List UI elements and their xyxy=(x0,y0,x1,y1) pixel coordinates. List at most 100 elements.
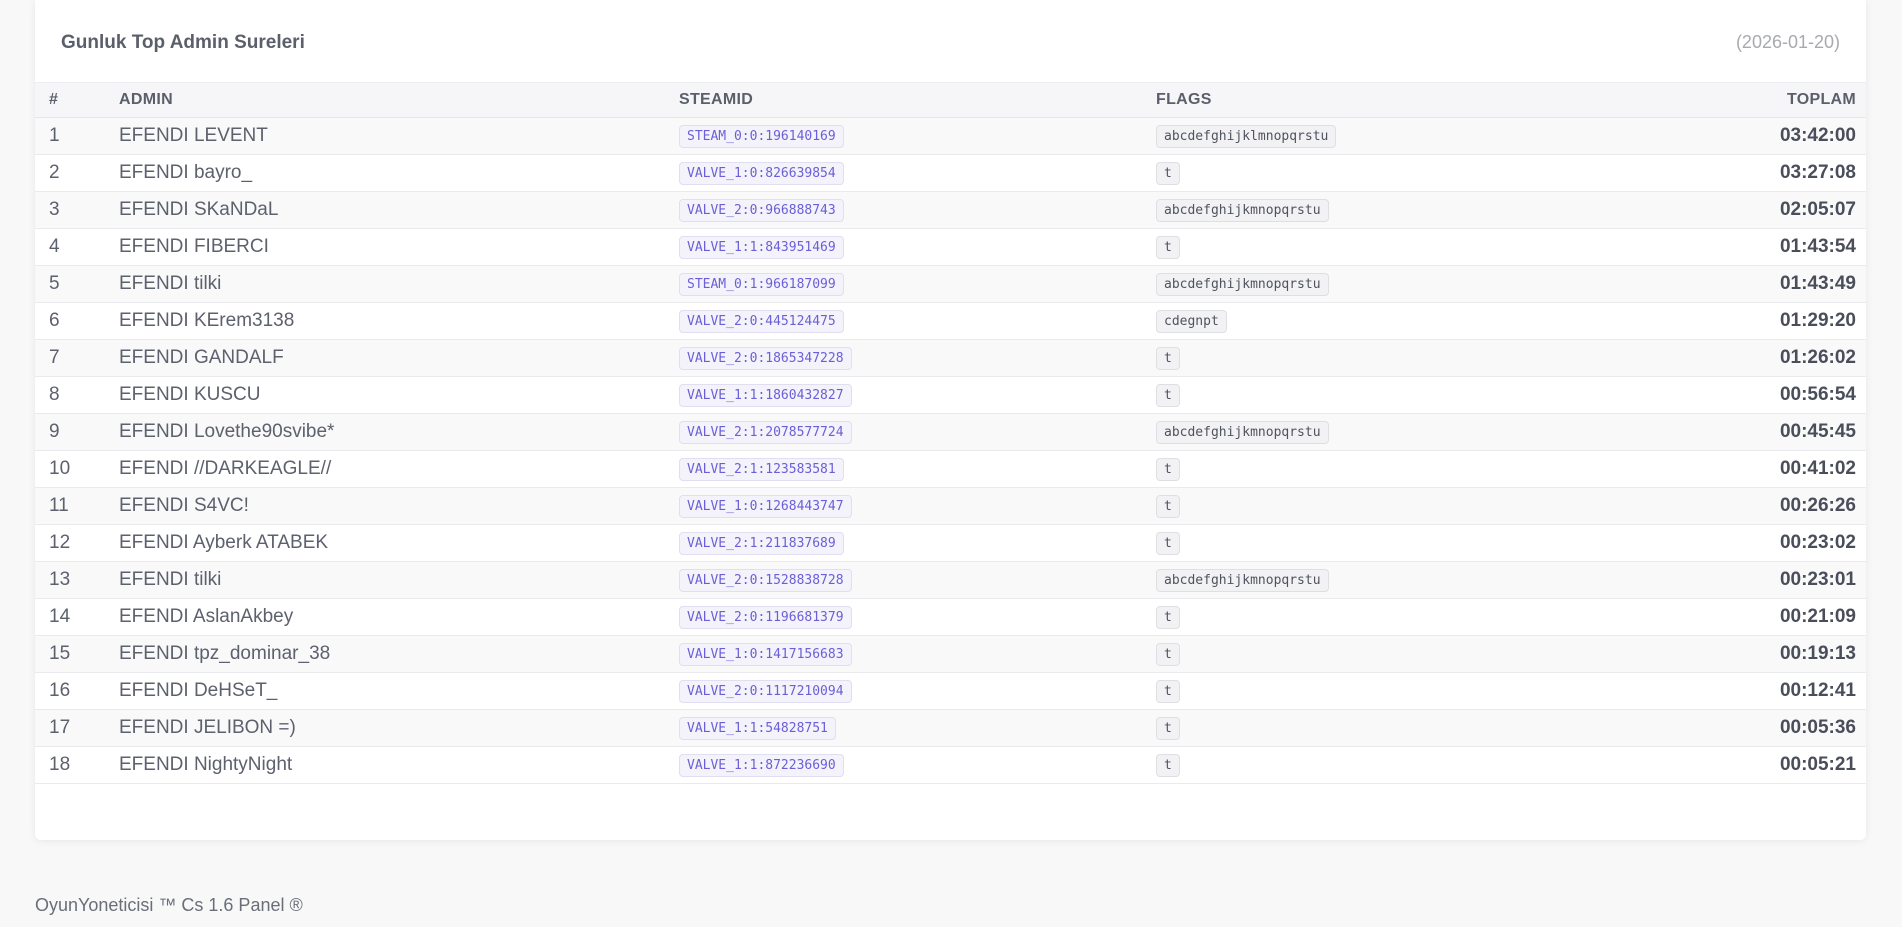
table-row: 9 EFENDI Lovethe90svibe* VALVE_2:1:2078577… xyxy=(35,413,1866,450)
table-row: 10 EFENDI //DARKEAGLE// VALVE_2:1:12358358… xyxy=(35,450,1866,487)
row-total-time: 00:45:45 xyxy=(1779,420,1856,442)
row-rank: 17 xyxy=(49,716,71,738)
row-rank: 18 xyxy=(49,753,71,775)
steamid-badge: VALVE_2:1:123583581 xyxy=(679,457,844,481)
flags-badge: abcdefghijkmnopqrstu xyxy=(1156,272,1329,296)
row-admin-name: EFENDI AslanAkbey xyxy=(119,605,294,627)
row-total-time: 03:42:00 xyxy=(1779,124,1856,146)
row-total-time: 00:05:36 xyxy=(1779,716,1856,738)
row-admin-name: EFENDI SKaNDaL xyxy=(119,198,279,220)
row-rank: 12 xyxy=(49,531,71,553)
row-total-time: 03:27:08 xyxy=(1779,161,1856,183)
row-flags-cell: abcdefghijkmnopqrstu xyxy=(1156,561,1656,598)
table-row: 8 EFENDI KUSCU VALVE_1:1:1860432827 t 00:56:… xyxy=(35,376,1866,413)
row-admin-name: EFENDI GANDALF xyxy=(119,346,284,368)
table-row: 3 EFENDI SKaNDaL VALVE_2:0:966888743 abcdef… xyxy=(35,191,1866,228)
row-flags-cell: t xyxy=(1156,154,1656,191)
row-flags-cell: t xyxy=(1156,746,1656,783)
header-admin: ADMIN xyxy=(119,90,173,108)
flags-badge: abcdefghijkmnopqrstu xyxy=(1156,420,1329,444)
row-steamid-cell: STEAM_0:1:966187099 xyxy=(679,265,1156,302)
row-admin-name: EFENDI KUSCU xyxy=(119,383,261,405)
admin-times-card: Gunluk Top Admin Sureleri (2026-01-20) #… xyxy=(35,0,1866,840)
row-flags-cell: t xyxy=(1156,524,1656,561)
table-row: 17 EFENDI JELIBON =) VALVE_1:1:54828751 t 00… xyxy=(35,709,1866,746)
row-admin-name: EFENDI tpz_dominar_38 xyxy=(119,642,331,664)
flags-badge: t xyxy=(1156,605,1180,629)
row-rank: 8 xyxy=(49,383,60,405)
table-row: 12 EFENDI Ayberk ATABEK VALVE_2:1:21183768… xyxy=(35,524,1866,561)
row-admin-name: EFENDI tilki xyxy=(119,272,222,294)
header-steamid: STEAMID xyxy=(679,90,754,108)
steamid-badge: VALVE_1:1:54828751 xyxy=(679,716,836,740)
row-rank: 4 xyxy=(49,235,60,257)
steamid-badge: VALVE_2:0:1865347228 xyxy=(679,346,852,370)
row-total-time: 01:43:49 xyxy=(1779,272,1856,294)
flags-badge: abcdefghijkmnopqrstu xyxy=(1156,198,1329,222)
row-rank: 13 xyxy=(49,568,71,590)
table-row: 15 EFENDI tpz_dominar_38 VALVE_1:0:1417156… xyxy=(35,635,1866,672)
flags-badge: t xyxy=(1156,753,1180,777)
row-steamid-cell: VALVE_1:1:872236690 xyxy=(679,746,1156,783)
row-steamid-cell: VALVE_1:0:1417156683 xyxy=(679,635,1156,672)
header-num: # xyxy=(49,90,59,108)
row-flags-cell: t xyxy=(1156,709,1656,746)
row-rank: 15 xyxy=(49,642,71,664)
row-flags-cell: abcdefghijkmnopqrstu xyxy=(1156,191,1656,228)
row-rank: 9 xyxy=(49,420,60,442)
table-row: 11 EFENDI S4VC! VALVE_1:0:1268443747 t 00:26… xyxy=(35,487,1866,524)
row-admin-name: EFENDI JELIBON =) xyxy=(119,716,296,738)
table-header-row: # ADMIN STEAMID FLAGS TOPLAM xyxy=(35,83,1866,117)
flags-badge: t xyxy=(1156,161,1180,185)
steamid-badge: VALVE_2:0:1528838728 xyxy=(679,568,852,592)
card-header: Gunluk Top Admin Sureleri (2026-01-20) xyxy=(35,0,1866,83)
steamid-badge: VALVE_1:1:843951469 xyxy=(679,235,844,259)
table-row: 1 EFENDI LEVENT STEAM_0:0:196140169 abcdefg… xyxy=(35,117,1866,154)
flags-badge: abcdefghijkmnopqrstu xyxy=(1156,568,1329,592)
row-admin-name: EFENDI Lovethe90svibe* xyxy=(119,420,335,442)
table-row: 4 EFENDI FIBERCI VALVE_1:1:843951469 t 01:43… xyxy=(35,228,1866,265)
row-admin-name: EFENDI Ayberk ATABEK xyxy=(119,531,329,553)
flags-badge: t xyxy=(1156,346,1180,370)
row-flags-cell: t xyxy=(1156,376,1656,413)
flags-badge: t xyxy=(1156,494,1180,518)
table-row: 6 EFENDI KErem3138 VALVE_2:0:445124475 cdeg… xyxy=(35,302,1866,339)
table-row: 13 EFENDI tilki VALVE_2:0:1528838728 abcdef… xyxy=(35,561,1866,598)
card-date: (2026-01-20) xyxy=(1735,32,1840,52)
steamid-badge: VALVE_2:1:2078577724 xyxy=(679,420,852,444)
row-steamid-cell: VALVE_2:0:1117210094 xyxy=(679,672,1156,709)
row-rank: 14 xyxy=(49,605,71,627)
flags-badge: t xyxy=(1156,642,1180,666)
row-total-time: 01:26:02 xyxy=(1779,346,1856,368)
row-rank: 2 xyxy=(49,161,60,183)
admin-times-table: # ADMIN STEAMID FLAGS TOPLAM 1 EFENDI LEV… xyxy=(35,83,1866,784)
row-steamid-cell: VALVE_2:0:1528838728 xyxy=(679,561,1156,598)
row-total-time: 00:21:09 xyxy=(1779,605,1856,627)
table-row: 16 EFENDI DeHSeT_ VALVE_2:0:1117210094 t 00:… xyxy=(35,672,1866,709)
steamid-badge: VALVE_2:0:1117210094 xyxy=(679,679,852,703)
row-admin-name: EFENDI S4VC! xyxy=(119,494,249,516)
header-total: TOPLAM xyxy=(1786,90,1856,108)
row-total-time: 01:29:20 xyxy=(1779,309,1856,331)
row-admin-name: EFENDI FIBERCI xyxy=(119,235,269,257)
flags-badge: t xyxy=(1156,457,1180,481)
row-flags-cell: t xyxy=(1156,228,1656,265)
row-flags-cell: t xyxy=(1156,672,1656,709)
row-rank: 5 xyxy=(49,272,60,294)
row-steamid-cell: VALVE_2:0:445124475 xyxy=(679,302,1156,339)
row-rank: 16 xyxy=(49,679,71,701)
steamid-badge: VALVE_1:0:826639854 xyxy=(679,161,844,185)
row-steamid-cell: VALVE_2:0:1865347228 xyxy=(679,339,1156,376)
table-row: 2 EFENDI bayro_ VALVE_1:0:826639854 t 03:27:… xyxy=(35,154,1866,191)
table-row: 5 EFENDI tilki STEAM_0:1:966187099 abcdefgh… xyxy=(35,265,1866,302)
row-rank: 11 xyxy=(49,494,69,516)
row-steamid-cell: VALVE_1:0:1268443747 xyxy=(679,487,1156,524)
row-steamid-cell: STEAM_0:0:196140169 xyxy=(679,117,1156,154)
row-total-time: 00:23:02 xyxy=(1779,531,1856,553)
row-steamid-cell: VALVE_1:1:1860432827 xyxy=(679,376,1156,413)
row-admin-name: EFENDI bayro_ xyxy=(119,161,253,183)
row-total-time: 00:56:54 xyxy=(1779,383,1856,405)
row-steamid-cell: VALVE_1:1:54828751 xyxy=(679,709,1156,746)
row-steamid-cell: VALVE_2:0:1196681379 xyxy=(679,598,1156,635)
steamid-badge: VALVE_2:1:211837689 xyxy=(679,531,844,555)
